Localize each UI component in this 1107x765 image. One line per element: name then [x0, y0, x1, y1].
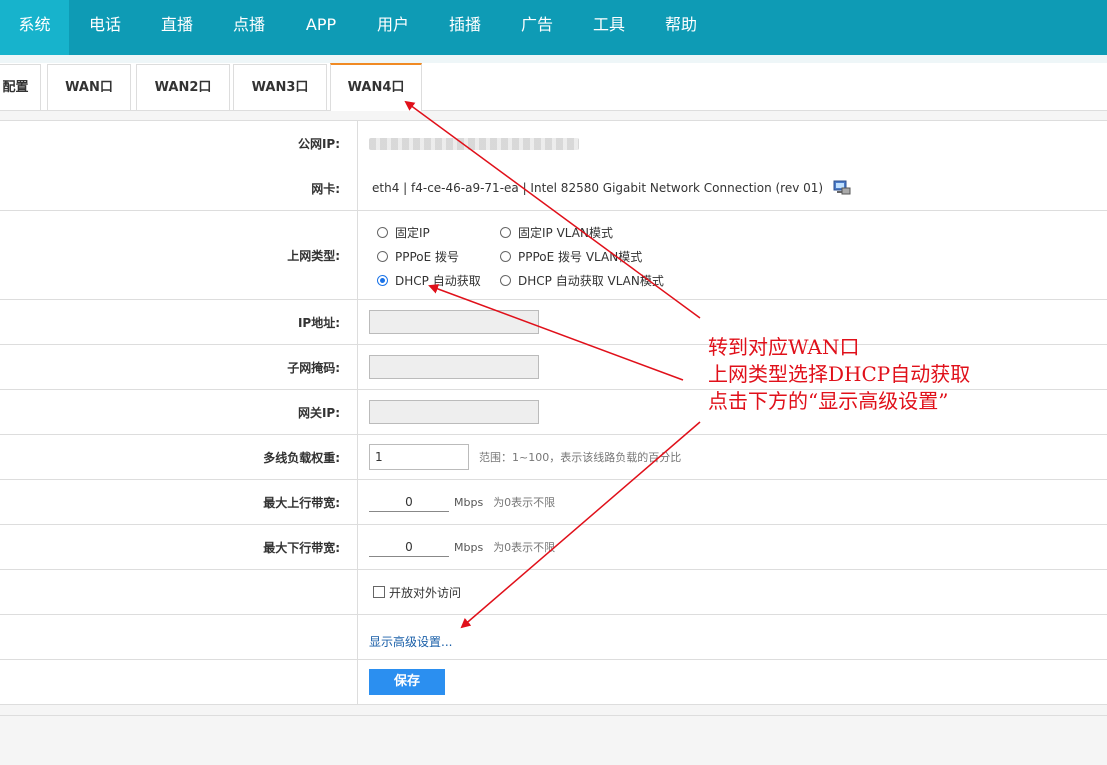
upload-label: 最大上行带宽:	[0, 480, 358, 524]
radio-label: PPPoE 拨号 VLAN模式	[518, 250, 643, 264]
radio-dhcp-vlan[interactable]: DHCP 自动获取 VLAN模式	[500, 272, 664, 289]
radio-icon	[377, 251, 388, 262]
open-access-checkbox[interactable]	[373, 586, 385, 598]
radio-label: DHCP 自动获取 VLAN模式	[518, 274, 664, 288]
download-label: 最大下行带宽:	[0, 525, 358, 569]
ip-input[interactable]	[369, 310, 539, 334]
ip-label: IP地址:	[0, 300, 358, 344]
tab-divider	[0, 110, 1107, 111]
empty-label	[0, 570, 358, 614]
row-download: 最大下行带宽: 0 Mbps 为0表示不限	[0, 525, 1107, 570]
gateway-input[interactable]	[369, 400, 539, 424]
nav-ads[interactable]: 广告	[501, 0, 573, 55]
nav-insert[interactable]: 插播	[429, 0, 501, 55]
radio-icon	[500, 275, 511, 286]
network-computer-icon[interactable]	[831, 180, 851, 196]
save-button[interactable]: 保存	[369, 669, 445, 695]
nav-user[interactable]: 用户	[357, 0, 429, 55]
show-advanced-link[interactable]: 显示高级设置...	[369, 633, 452, 650]
radio-static-ip[interactable]: 固定IP	[377, 224, 430, 241]
radio-label: DHCP 自动获取	[395, 274, 481, 288]
annotation-line-2: 上网类型选择DHCP自动获取	[708, 362, 971, 386]
row-weight: 多线负载权重: 1 范围：1~100，表示该线路负载的百分比	[0, 435, 1107, 480]
nav-vod[interactable]: 点播	[213, 0, 285, 55]
radio-dhcp[interactable]: DHCP 自动获取	[377, 272, 481, 289]
radio-icon	[500, 227, 511, 238]
annotation-line-1: 转到对应WAN口	[708, 335, 860, 359]
annotation-note: 转到对应WAN口 上网类型选择DHCP自动获取 点击下方的“显示高级设置”	[708, 334, 970, 415]
radio-icon	[377, 227, 388, 238]
nic-value: eth4 | f4-ce-46-a9-71-ea | Intel 82580 G…	[372, 181, 824, 195]
row-conn-type: 上网类型: 固定IP 固定IP VLAN模式 PPPoE 拨号 PPPoE 拨号…	[0, 211, 1107, 300]
radio-label: 固定IP	[395, 226, 430, 240]
row-nic: 网卡: eth4 | f4-ce-46-a9-71-ea | Intel 825…	[0, 166, 1107, 211]
nav-app[interactable]: APP	[285, 0, 357, 55]
row-save: 保存	[0, 660, 1107, 705]
public-ip-label: 公网IP:	[0, 121, 358, 166]
weight-hint: 范围：1~100，表示该线路负载的百分比	[479, 451, 682, 464]
upload-unit: Mbps	[454, 495, 484, 509]
row-advanced: 显示高级设置...	[0, 615, 1107, 660]
tab-wan2[interactable]: WAN2口	[136, 64, 230, 111]
download-hint: 为0表示不限	[493, 541, 556, 554]
radio-label: PPPoE 拨号	[395, 250, 460, 264]
upload-hint: 为0表示不限	[493, 496, 556, 509]
annotation-line-3: 点击下方的“显示高级设置”	[708, 389, 949, 413]
conn-type-label: 上网类型:	[0, 211, 358, 299]
page-footer-area	[0, 715, 1107, 765]
radio-selected-icon	[377, 275, 388, 286]
nav-divider	[0, 55, 1107, 63]
mask-label: 子网掩码:	[0, 345, 358, 389]
radio-pppoe[interactable]: PPPoE 拨号	[377, 248, 459, 265]
tab-config[interactable]: 配置	[0, 64, 41, 111]
nic-label: 网卡:	[0, 166, 358, 210]
radio-pppoe-vlan[interactable]: PPPoE 拨号 VLAN模式	[500, 248, 642, 265]
mask-input[interactable]	[369, 355, 539, 379]
upload-input[interactable]: 0	[369, 493, 449, 512]
download-input[interactable]: 0	[369, 538, 449, 557]
tab-wan3[interactable]: WAN3口	[233, 64, 327, 111]
download-unit: Mbps	[454, 540, 484, 554]
empty-label	[0, 660, 358, 704]
row-open-access: 开放对外访问	[0, 570, 1107, 615]
gateway-label: 网关IP:	[0, 390, 358, 434]
row-public-ip: 公网IP:	[0, 120, 1107, 167]
radio-icon	[500, 251, 511, 262]
nav-help[interactable]: 帮助	[645, 0, 717, 55]
tab-wan1[interactable]: WAN口	[47, 64, 131, 111]
empty-label	[0, 615, 358, 659]
nav-live[interactable]: 直播	[141, 0, 213, 55]
radio-label: 固定IP VLAN模式	[518, 226, 613, 240]
open-access-label: 开放对外访问	[389, 585, 462, 600]
row-upload: 最大上行带宽: 0 Mbps 为0表示不限	[0, 480, 1107, 525]
nav-phone[interactable]: 电话	[69, 0, 141, 55]
nav-system[interactable]: 系统	[0, 0, 69, 55]
weight-label: 多线负载权重:	[0, 435, 358, 479]
nav-tools[interactable]: 工具	[573, 0, 645, 55]
radio-static-ip-vlan[interactable]: 固定IP VLAN模式	[500, 224, 613, 241]
tab-wan4[interactable]: WAN4口	[330, 63, 422, 111]
top-nav: 系统 电话 直播 点播 APP 用户 插播 广告 工具 帮助	[0, 0, 1107, 55]
weight-input[interactable]: 1	[369, 444, 469, 470]
public-ip-value-blurred	[369, 137, 579, 150]
